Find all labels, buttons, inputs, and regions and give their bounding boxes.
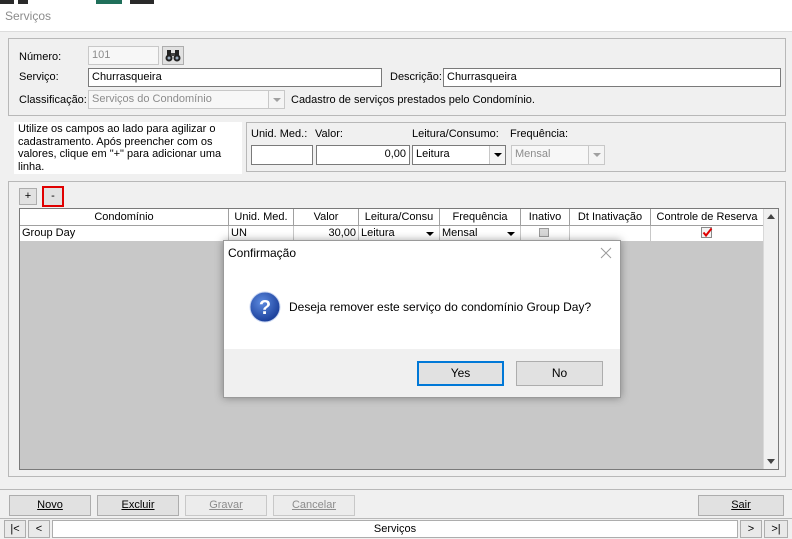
servico-label: Serviço: <box>19 71 59 83</box>
col-controle-reserva[interactable]: Controle de Reserva <box>651 209 763 226</box>
taskbar-strip <box>0 0 160 4</box>
grid-vertical-scrollbar[interactable] <box>763 209 778 469</box>
no-button[interactable]: No <box>516 361 603 386</box>
unid-label: Unid. Med.: <box>251 128 308 140</box>
gravar-button[interactable]: Gravar <box>185 495 267 516</box>
chevron-down-icon <box>426 232 434 236</box>
binoculars-icon <box>165 50 181 62</box>
sair-button[interactable]: Sair <box>698 495 784 516</box>
cell-dt-inativacao[interactable] <box>570 226 651 241</box>
record-navigator: |< < Serviços > >| <box>0 519 792 539</box>
numero-label: Número: <box>19 51 62 63</box>
helper-text: Utilize os campos ao lado para agilizar … <box>14 122 242 174</box>
dialog-message: Deseja remover este serviço do condomíni… <box>289 300 592 314</box>
col-valor[interactable]: Valor <box>294 209 359 226</box>
dialog-title: Confirmação <box>228 246 297 260</box>
first-record-button[interactable]: |< <box>4 520 26 538</box>
cell-controle-reserva[interactable] <box>651 226 763 241</box>
excluir-label: Excluir <box>121 499 155 511</box>
svg-text:?: ? <box>259 297 271 319</box>
cancelar-label: Cancelar <box>291 499 337 511</box>
scroll-up-icon[interactable] <box>767 214 775 219</box>
frequencia-value: Mensal <box>515 148 551 160</box>
cell-leitura-value: Leitura <box>361 227 395 239</box>
col-condominio[interactable]: Condomínio <box>20 209 229 226</box>
cell-unid[interactable]: UN <box>229 226 294 241</box>
cell-frequencia[interactable]: Mensal <box>440 226 521 241</box>
col-inativo[interactable]: Inativo <box>521 209 570 226</box>
valor-field[interactable]: 0,00 <box>316 145 410 165</box>
cell-frequencia-value: Mensal <box>442 227 478 239</box>
chevron-down-icon <box>489 146 505 164</box>
last-record-button[interactable]: >| <box>764 520 788 538</box>
quick-entry-group: Unid. Med.: Valor: Leitura/Consumo: Freq… <box>246 122 786 172</box>
dialog-footer: Yes No <box>224 349 620 397</box>
unid-field[interactable] <box>251 145 313 165</box>
chevron-down-icon <box>588 146 604 164</box>
prev-record-button[interactable]: < <box>28 520 50 538</box>
close-button[interactable] <box>598 244 614 260</box>
col-dt-inativacao[interactable]: Dt Inativação <box>570 209 651 226</box>
col-frequencia[interactable]: Frequência <box>440 209 521 226</box>
novo-button[interactable]: Novo <box>9 495 91 516</box>
classificacao-label: Classificação: <box>19 94 87 106</box>
cell-valor[interactable]: 30,00 <box>294 226 359 241</box>
descricao-label: Descrição: <box>390 71 442 83</box>
inativo-checkbox[interactable] <box>539 228 549 237</box>
frequencia-select[interactable]: Mensal <box>511 145 605 165</box>
classificacao-hint: Cadastro de serviços prestados pelo Cond… <box>291 94 535 106</box>
sair-label: Sair <box>731 499 751 511</box>
servico-field[interactable]: Churrasqueira <box>88 68 382 87</box>
novo-label: Novo <box>37 499 63 511</box>
search-button[interactable] <box>162 46 184 65</box>
leitura-select[interactable]: Leitura <box>412 145 506 165</box>
question-icon: ? <box>249 291 281 323</box>
window-titlebar: Serviços <box>0 0 792 32</box>
col-leitura[interactable]: Leitura/Consu <box>359 209 440 226</box>
excluir-button[interactable]: Excluir <box>97 495 179 516</box>
leitura-label: Leitura/Consumo: <box>412 128 499 140</box>
navigator-caption: Serviços <box>52 520 738 538</box>
classificacao-select[interactable]: Serviços do Condomínio <box>88 90 285 109</box>
gravar-label: Gravar <box>209 499 243 511</box>
remove-row-button[interactable]: - <box>42 186 64 207</box>
frequencia-label: Frequência: <box>510 128 569 140</box>
scroll-down-icon[interactable] <box>767 459 775 464</box>
valor-label: Valor: <box>315 128 343 140</box>
table-row[interactable]: Group Day UN 30,00 Leitura Mensal <box>20 226 763 241</box>
numero-field[interactable]: 101 <box>88 46 159 65</box>
add-row-button[interactable]: + <box>19 188 37 205</box>
service-form-group: Número: 101 Serviço: Churrasqueira Descr… <box>8 38 786 116</box>
descricao-field[interactable]: Churrasqueira <box>443 68 781 87</box>
cell-inativo[interactable] <box>521 226 570 241</box>
checkmark-icon <box>702 227 713 238</box>
bottom-toolbar: Novo Excluir Gravar Cancelar Sair <box>0 489 792 519</box>
cancelar-button[interactable]: Cancelar <box>273 495 355 516</box>
cell-leitura[interactable]: Leitura <box>359 226 440 241</box>
leitura-value: Leitura <box>416 148 450 160</box>
controle-reserva-checkbox[interactable] <box>701 227 713 238</box>
grid-header: Condomínio Unid. Med. Valor Leitura/Cons… <box>20 209 763 226</box>
confirmation-dialog: Confirmação ? Deseja remover este serviç… <box>223 240 621 398</box>
chevron-down-icon <box>268 91 284 108</box>
close-icon <box>600 247 612 259</box>
classificacao-value: Serviços do Condomínio <box>92 93 212 105</box>
col-unid[interactable]: Unid. Med. <box>229 209 294 226</box>
cell-condominio[interactable]: Group Day <box>20 226 229 241</box>
chevron-down-icon <box>507 232 515 236</box>
yes-button[interactable]: Yes <box>417 361 504 386</box>
window-title: Serviços <box>5 9 52 23</box>
next-record-button[interactable]: > <box>740 520 762 538</box>
